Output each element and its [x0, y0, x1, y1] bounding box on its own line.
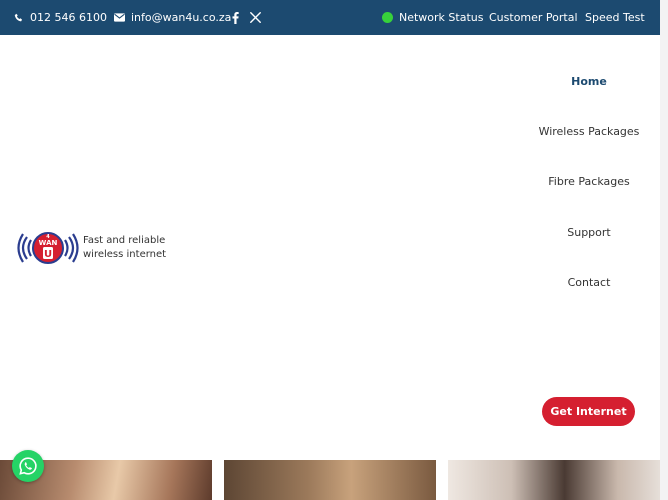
site-logo[interactable]: WAN U 4	[17, 229, 79, 267]
top-bar: 012 546 6100 info@wan4u.co.za Network St…	[0, 0, 660, 35]
nav-item-wireless-packages[interactable]: Wireless Packages	[528, 125, 650, 138]
svg-text:WAN: WAN	[39, 239, 58, 247]
customer-portal-label: Customer Portal	[489, 11, 578, 24]
facebook-link[interactable]	[232, 0, 239, 35]
speed-test-label: Speed Test	[585, 11, 645, 24]
hero-photo-3	[448, 460, 660, 500]
envelope-icon	[114, 13, 125, 22]
network-status-label: Network Status	[399, 11, 484, 24]
speed-test-link[interactable]: Speed Test	[585, 0, 645, 35]
tagline-line-2: wireless internet	[83, 249, 167, 260]
status-indicator-icon	[382, 12, 393, 23]
network-status-link[interactable]: Network Status	[382, 0, 483, 35]
phone-icon	[14, 13, 23, 21]
whatsapp-icon	[19, 457, 37, 475]
phone-number: 012 546 6100	[30, 11, 107, 24]
site-tagline: Fast and reliable wireless internet	[83, 234, 166, 262]
phone-link[interactable]: 012 546 6100	[14, 0, 107, 35]
scrollbar-gutter	[660, 0, 668, 500]
email-address: info@wan4u.co.za	[131, 11, 232, 24]
x-icon	[250, 12, 261, 23]
x-link[interactable]	[250, 0, 261, 35]
hero-photo-2	[224, 460, 436, 500]
customer-portal-link[interactable]: Customer Portal	[489, 0, 578, 35]
email-link[interactable]: info@wan4u.co.za	[114, 0, 231, 35]
nav-item-home[interactable]: Home	[528, 75, 650, 88]
nav-item-support[interactable]: Support	[528, 226, 650, 239]
nav-item-fibre-packages[interactable]: Fibre Packages	[528, 175, 650, 188]
svg-text:U: U	[44, 249, 52, 260]
svg-text:4: 4	[46, 234, 50, 240]
nav-item-contact[interactable]: Contact	[528, 276, 650, 289]
whatsapp-button[interactable]	[12, 450, 44, 482]
get-internet-button[interactable]: Get Internet	[542, 397, 635, 426]
facebook-icon	[232, 11, 239, 24]
tagline-line-1: Fast and reliable	[83, 235, 166, 246]
logo-icon: WAN U 4	[17, 232, 79, 264]
